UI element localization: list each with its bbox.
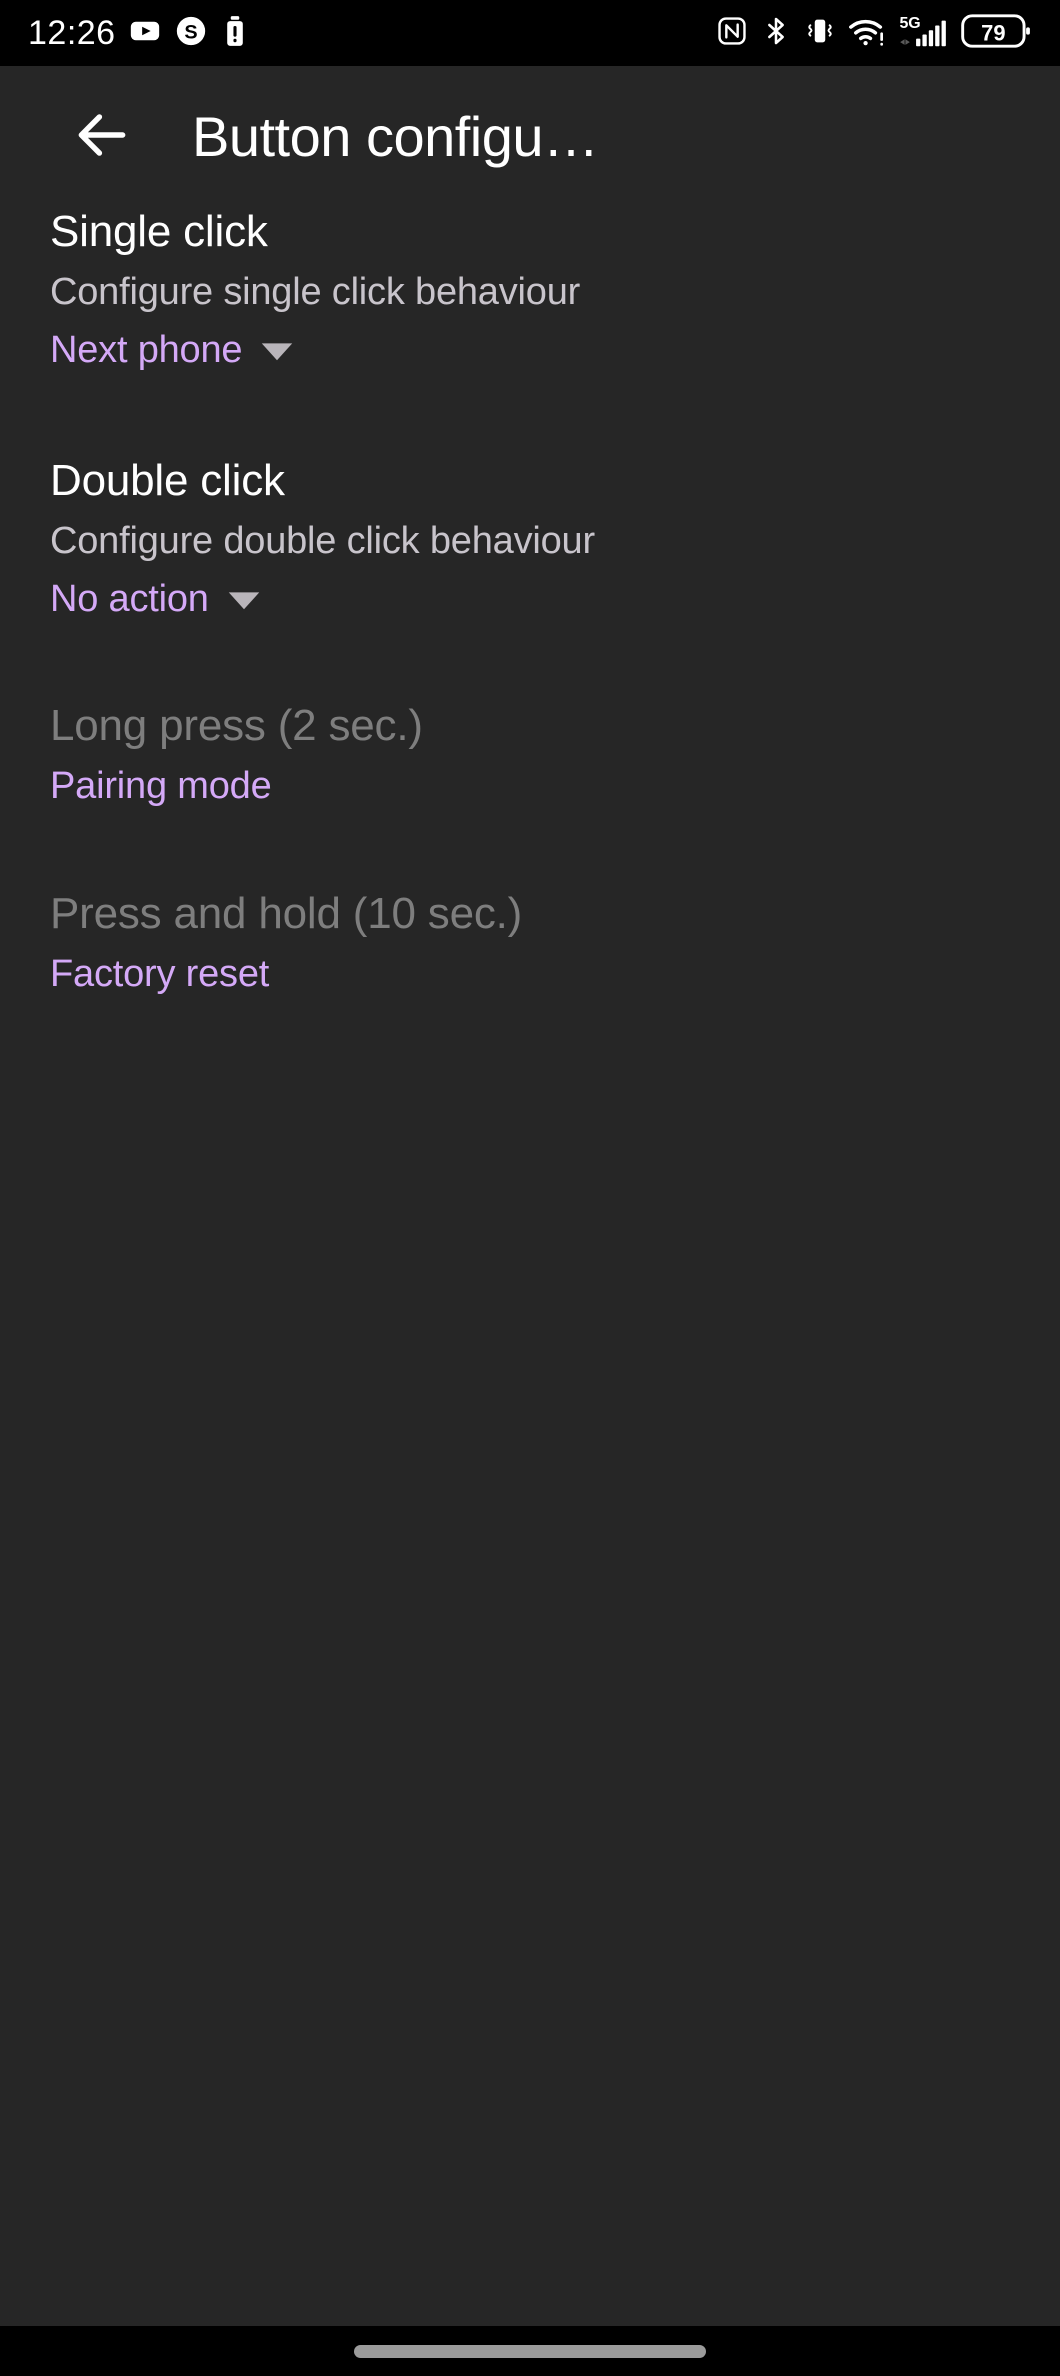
wifi-icon: [848, 14, 886, 53]
preference-title: Double click: [50, 456, 285, 506]
home-gesture-pill[interactable]: [354, 2344, 706, 2358]
phone-screen: 12:26 S 5G 79 Button configu… Single cli…: [0, 0, 1060, 2376]
5g-signal-icon: 5G: [897, 13, 949, 54]
page-title: Button configu…: [192, 104, 599, 168]
preference-long-press: Long press (2 sec.) Pairing mode: [0, 700, 1060, 810]
preference-value-dropdown[interactable]: Next phone: [50, 328, 294, 374]
battery-icon: 79: [960, 12, 1032, 55]
preference-value: No action: [50, 577, 209, 620]
nfc-icon: [715, 14, 749, 53]
vibrate-icon: [803, 14, 837, 53]
status-bar-right: 5G 79: [715, 12, 1032, 55]
settings-list: Single click Configure single click beha…: [0, 206, 1060, 997]
chevron-down-icon: [260, 340, 294, 367]
status-bar: 12:26 S 5G 79: [0, 0, 1060, 66]
preference-value: Next phone: [50, 328, 243, 371]
battery-alert-icon: [220, 14, 250, 53]
preference-value-dropdown[interactable]: No action: [50, 577, 261, 623]
preference-value-static: Pairing mode: [50, 764, 272, 810]
preference-single-click[interactable]: Single click Configure single click beha…: [0, 206, 1060, 373]
preference-title: Long press (2 sec.): [50, 701, 423, 751]
preference-value: Pairing mode: [50, 765, 272, 808]
status-clock: 12:26: [28, 14, 116, 52]
network-type-label: 5G: [899, 15, 920, 32]
preference-summary: Configure double click behaviour: [50, 520, 595, 562]
battery-percent-label: 79: [981, 20, 1005, 45]
svg-text:S: S: [184, 21, 197, 43]
preference-summary: Configure single click behaviour: [50, 270, 581, 313]
preference-press-and-hold: Press and hold (10 sec.) Factory reset: [0, 888, 1060, 998]
preference-double-click[interactable]: Double click Configure double click beha…: [0, 455, 1060, 622]
preference-value: Factory reset: [50, 952, 270, 995]
chevron-down-icon: [227, 589, 261, 616]
preference-value-static: Factory reset: [50, 952, 269, 998]
youtube-icon: [128, 14, 162, 53]
bluetooth-icon: [760, 14, 792, 53]
system-navigation-bar: [0, 2326, 1060, 2376]
status-bar-left: 12:26 S: [28, 14, 250, 53]
preference-title: Press and hold (10 sec.): [50, 888, 523, 938]
skype-icon: S: [174, 14, 208, 53]
preference-title: Single click: [50, 207, 268, 256]
app-bar: Button configu…: [0, 66, 1060, 206]
back-button[interactable]: [48, 82, 156, 190]
back-arrow-icon: [71, 104, 133, 169]
